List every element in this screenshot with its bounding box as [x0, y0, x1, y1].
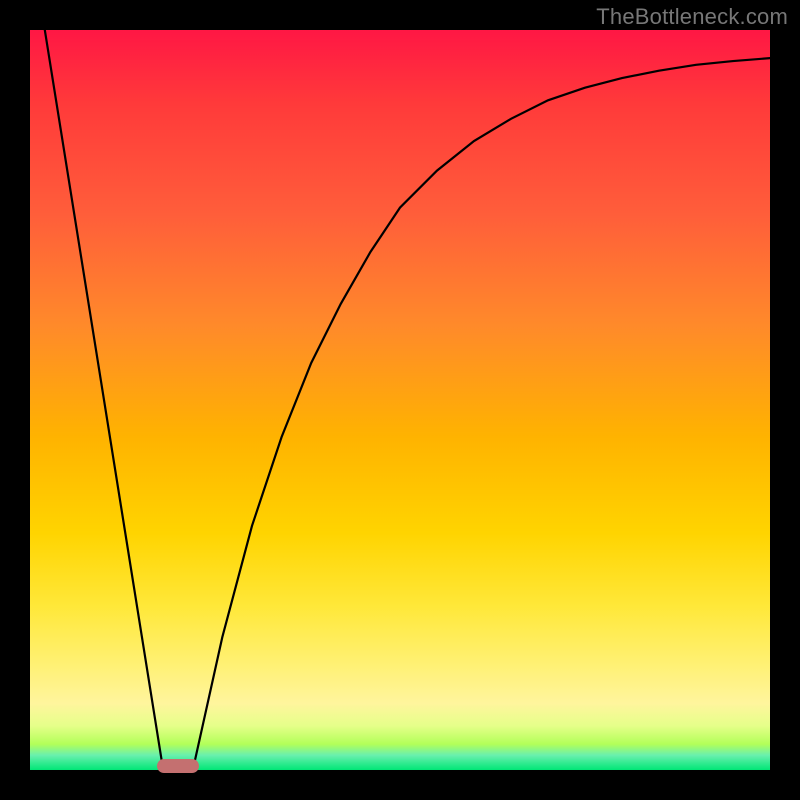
plot-area	[30, 30, 770, 770]
curve-left-path	[45, 30, 163, 770]
curve-right-path	[193, 58, 770, 770]
plateau-marker	[157, 759, 199, 773]
watermark-text: TheBottleneck.com	[596, 4, 788, 30]
curve-layer	[30, 30, 770, 770]
chart-frame: TheBottleneck.com	[0, 0, 800, 800]
